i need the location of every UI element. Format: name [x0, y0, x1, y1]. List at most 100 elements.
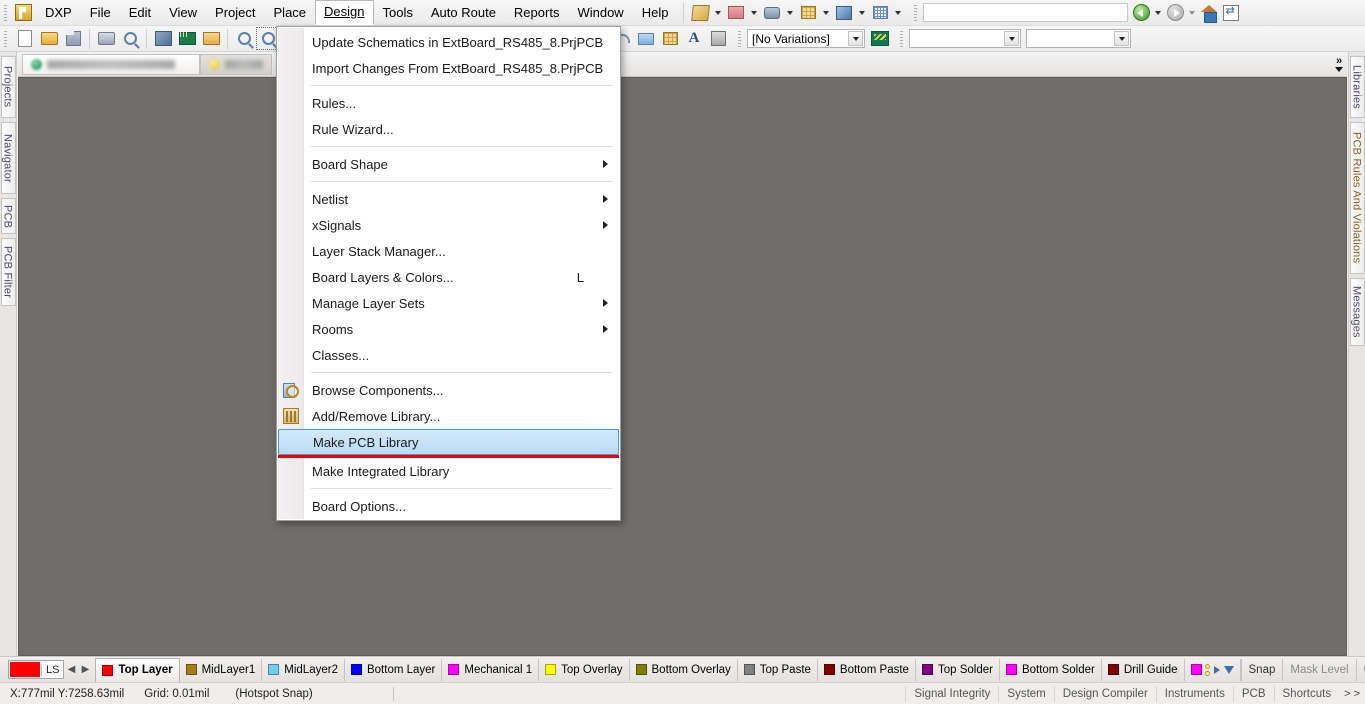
layer-toggle-dots-icon[interactable]: [1204, 663, 1210, 676]
layer-tab-bottom-layer[interactable]: Bottom Layer: [345, 658, 443, 681]
board-3d-icon[interactable]: [152, 28, 174, 49]
menu-item-netlist[interactable]: Netlist: [277, 186, 620, 212]
layers-tool-icon[interactable]: [833, 2, 855, 23]
layer-tab-top-paste[interactable]: Top Paste: [738, 658, 818, 681]
document-tab-1[interactable]: [22, 53, 200, 75]
menu-window[interactable]: Window: [568, 1, 632, 25]
panel-tab-pcb[interactable]: PCB: [0, 198, 16, 234]
layer-tab-top-layer[interactable]: Top Layer: [95, 657, 180, 682]
panel-tab-pcb-rules-and-violations[interactable]: PCB Rules And Violations: [1349, 122, 1365, 274]
menu-item-add-remove-library[interactable]: Add/Remove Library...: [277, 403, 620, 429]
save-icon[interactable]: [62, 28, 84, 49]
toolbar-select-3[interactable]: [1026, 29, 1131, 48]
status-button-system[interactable]: System: [998, 685, 1053, 702]
layer-tab-bottom-solder[interactable]: Bottom Solder: [1000, 658, 1102, 681]
dimension-tool-dropdown-icon[interactable]: [823, 10, 830, 15]
grid-tool-icon[interactable]: [869, 2, 891, 23]
layer-tab-top-solder[interactable]: Top Solder: [916, 658, 1000, 681]
menu-project[interactable]: Project: [206, 1, 264, 25]
place-polygon-icon[interactable]: [659, 28, 681, 49]
layer-extra-controls[interactable]: [1185, 658, 1241, 681]
menu-place[interactable]: Place: [265, 1, 316, 25]
menu-item-rule-wizard[interactable]: Rule Wizard...: [277, 116, 620, 142]
search-input[interactable]: [923, 3, 1129, 22]
forward-history-dropdown-icon[interactable]: [1189, 10, 1196, 15]
layer-scroll-left-button[interactable]: ◀: [64, 664, 78, 675]
menu-item-import-changes[interactable]: Import Changes From ExtBoard_RS485_8.Prj…: [277, 55, 620, 81]
panel-tab-pcb-filter[interactable]: PCB Filter: [0, 238, 16, 306]
toolbar-grip-4[interactable]: [736, 28, 745, 49]
measure-tool-dropdown-icon[interactable]: [715, 10, 722, 15]
menu-file[interactable]: File: [81, 1, 120, 25]
toolbar-grip-5[interactable]: [898, 28, 907, 49]
toolbar-select-3-dropdown-icon[interactable]: [1114, 31, 1129, 46]
open-folder-icon[interactable]: [38, 28, 60, 49]
panel-tab-libraries[interactable]: Libraries: [1349, 56, 1365, 118]
mask-level-button[interactable]: Mask Level: [1282, 658, 1355, 681]
layers-tool-dropdown-icon[interactable]: [859, 10, 866, 15]
print-preview-icon[interactable]: [119, 28, 141, 49]
menu-item-board-layers-and-colors[interactable]: Board Layers & Colors... L: [277, 264, 620, 290]
layer-tab-bottom-overlay[interactable]: Bottom Overlay: [630, 658, 738, 681]
menubar-grip[interactable]: [2, 2, 11, 23]
layer-filter-icon[interactable]: [1223, 665, 1234, 674]
find-tool-dropdown-icon[interactable]: [787, 10, 794, 15]
print-icon[interactable]: [95, 28, 117, 49]
menu-tools[interactable]: Tools: [374, 1, 422, 25]
layer-tab-top-overlay[interactable]: Top Overlay: [539, 658, 630, 681]
menu-item-board-options[interactable]: Board Options...: [277, 493, 620, 519]
snap-button[interactable]: Snap: [1240, 658, 1283, 681]
zoom-document-icon[interactable]: [233, 28, 255, 49]
menu-help[interactable]: Help: [633, 1, 678, 25]
menu-item-update-schematics[interactable]: Update Schematics in ExtBoard_RS485_8.Pr…: [277, 29, 620, 55]
document-tab-overflow-button[interactable]: »: [1335, 55, 1347, 72]
menu-reports[interactable]: Reports: [505, 1, 569, 25]
panel-tab-navigator[interactable]: Navigator: [0, 122, 16, 194]
clear-button[interactable]: Clear: [1355, 658, 1365, 681]
place-component-icon[interactable]: [707, 28, 729, 49]
search-grip[interactable]: [912, 2, 922, 23]
place-fill-icon[interactable]: [635, 28, 657, 49]
grid-tool-dropdown-icon[interactable]: [895, 10, 902, 15]
new-document-icon[interactable]: [14, 28, 36, 49]
toolbar-grip-1[interactable]: [2, 28, 11, 49]
menu-item-make-pcb-library[interactable]: Make PCB Library: [278, 429, 619, 455]
status-button-design-compiler[interactable]: Design Compiler: [1053, 685, 1156, 702]
align-tool-dropdown-icon[interactable]: [751, 10, 758, 15]
layer-play-icon[interactable]: [1213, 665, 1220, 674]
layer-tab-mechanical-1[interactable]: Mechanical 1: [442, 658, 540, 681]
measure-tool-icon[interactable]: [689, 2, 711, 23]
layer-sets-button[interactable]: LS: [8, 660, 65, 679]
status-overflow-button[interactable]: > >: [1339, 688, 1365, 700]
panel-tab-messages[interactable]: Messages: [1349, 278, 1365, 346]
panel-tab-projects[interactable]: Projects: [0, 56, 16, 118]
menu-item-browse-components[interactable]: Browse Components...: [277, 377, 620, 403]
home-button[interactable]: [1199, 3, 1219, 23]
menu-design[interactable]: Design: [315, 0, 374, 25]
forward-button[interactable]: [1165, 3, 1185, 23]
status-button-instruments[interactable]: Instruments: [1155, 685, 1233, 702]
page-sync-button[interactable]: [1221, 3, 1241, 23]
dimension-tool-icon[interactable]: [797, 2, 819, 23]
menu-item-board-shape[interactable]: Board Shape: [277, 151, 620, 177]
document-tab-2[interactable]: [200, 53, 272, 75]
board-planning-icon[interactable]: [176, 28, 198, 49]
gerber-output-icon[interactable]: [869, 28, 891, 49]
align-tool-icon[interactable]: [725, 2, 747, 23]
variations-dropdown-icon[interactable]: [848, 31, 863, 46]
menu-item-xsignals[interactable]: xSignals: [277, 212, 620, 238]
status-button-signal-integrity[interactable]: Signal Integrity: [905, 685, 998, 702]
place-string-icon[interactable]: A: [683, 28, 705, 49]
variations-select[interactable]: [No Variations]: [747, 29, 865, 48]
pcb-editor-canvas[interactable]: [18, 77, 1347, 656]
layer-tab-midlayer2[interactable]: MidLayer2: [262, 658, 345, 681]
menu-view[interactable]: View: [160, 1, 206, 25]
layer-tab-drill-guide[interactable]: Drill Guide: [1102, 658, 1185, 681]
find-tool-icon[interactable]: [761, 2, 783, 23]
layer-scroll-right-button[interactable]: ▶: [78, 664, 92, 675]
back-history-dropdown-icon[interactable]: [1155, 10, 1162, 15]
toolbar-select-2-dropdown-icon[interactable]: [1004, 31, 1019, 46]
menu-item-classes[interactable]: Classes...: [277, 342, 620, 368]
layer-tab-bottom-paste[interactable]: Bottom Paste: [818, 658, 916, 681]
menu-auto-route[interactable]: Auto Route: [422, 1, 505, 25]
